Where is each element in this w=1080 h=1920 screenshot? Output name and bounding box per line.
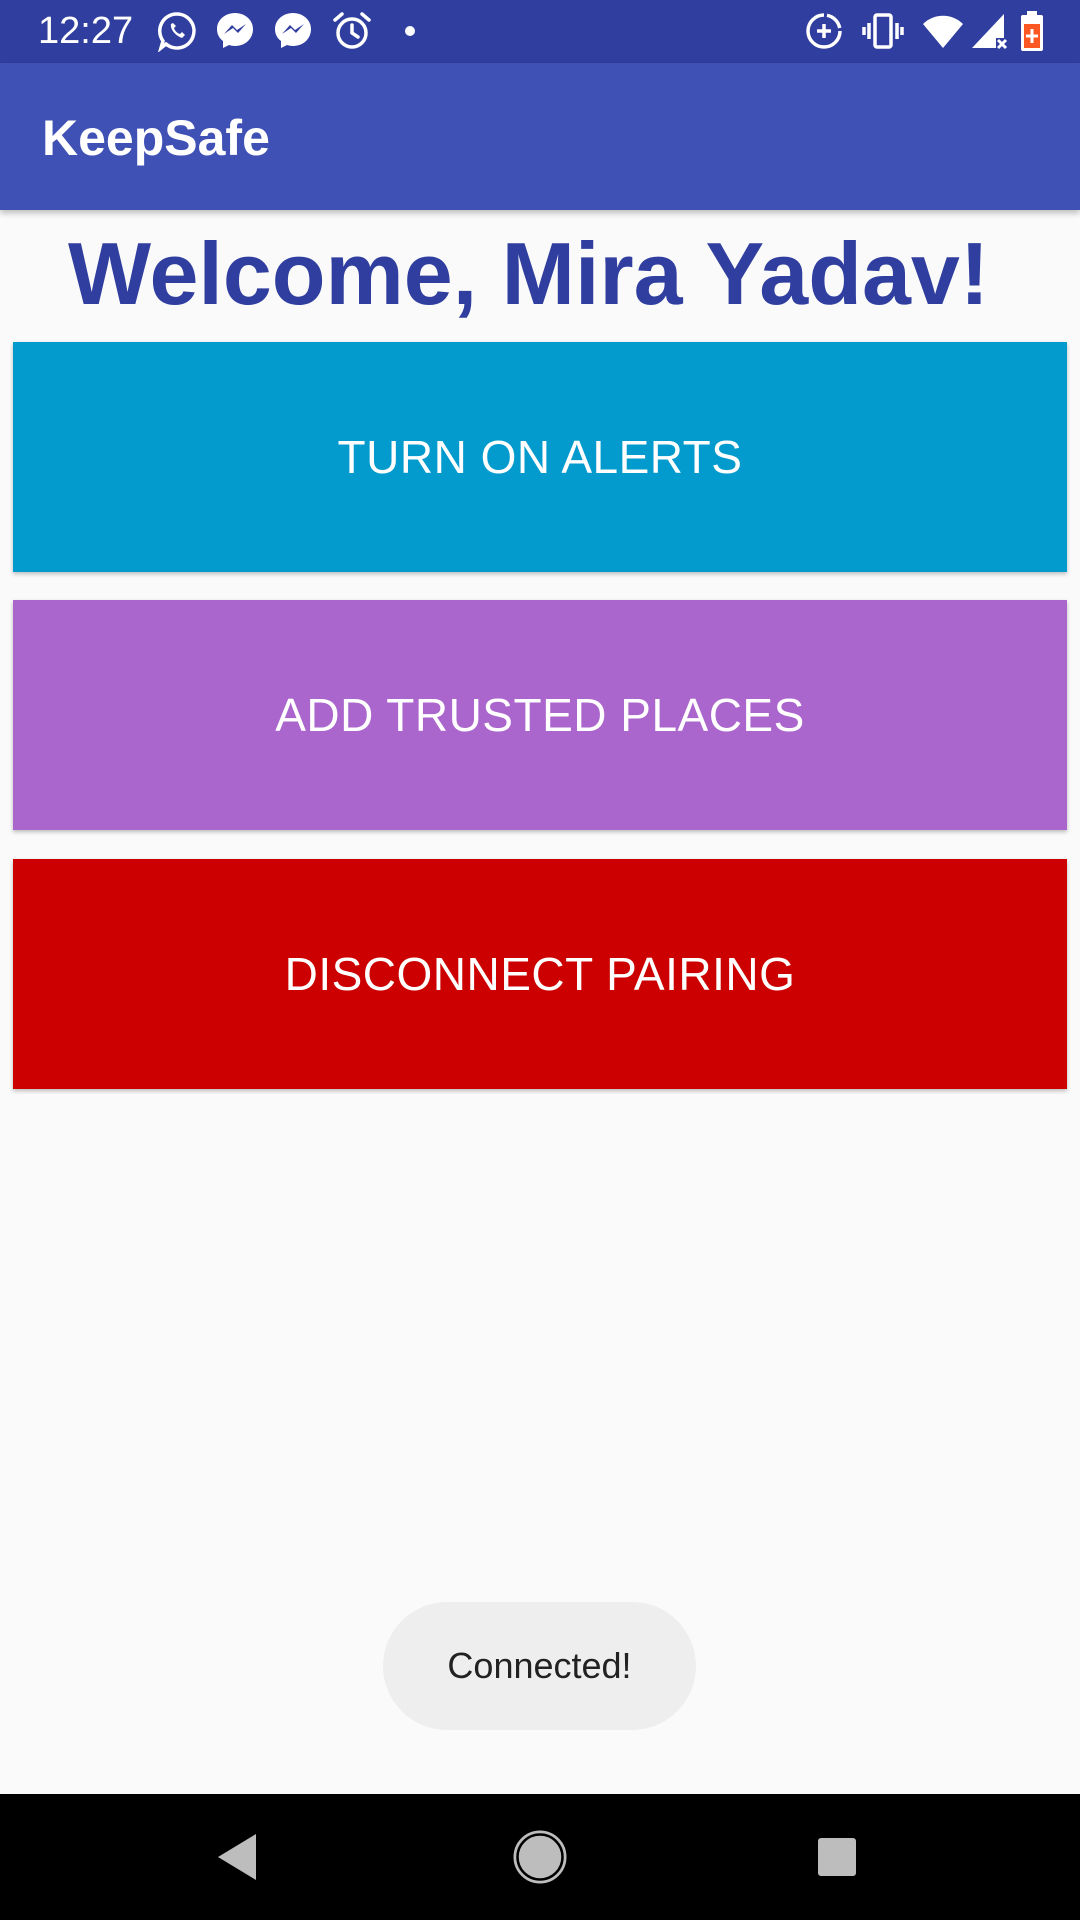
turn-on-alerts-button[interactable]: TURN ON ALERTS	[13, 342, 1067, 572]
vibrate-icon	[862, 13, 904, 49]
back-icon[interactable]	[204, 1822, 274, 1892]
welcome-heading: Welcome, Mira Yadav!	[68, 224, 990, 323]
signal-icon	[972, 14, 1008, 50]
app-bar: KeepSafe	[0, 63, 1080, 210]
notification-dot-icon	[405, 26, 415, 36]
navigation-bar	[0, 1794, 1080, 1920]
turn-on-alerts-label: TURN ON ALERTS	[337, 431, 743, 483]
wifi-icon	[923, 15, 963, 48]
app-title: KeepSafe	[42, 110, 270, 166]
add-trusted-places-label: ADD TRUSTED PLACES	[275, 689, 805, 741]
add-trusted-places-button[interactable]: ADD TRUSTED PLACES	[13, 600, 1067, 830]
battery-icon	[1021, 11, 1043, 51]
toast: Connected!	[383, 1602, 696, 1730]
screen: 12:27 KeepSafe Welcome, Mira Yadav! TURN…	[0, 0, 1080, 1920]
disconnect-pairing-button[interactable]: DISCONNECT PAIRING	[13, 859, 1067, 1089]
alarm-icon	[333, 12, 371, 49]
home-icon[interactable]	[505, 1822, 575, 1892]
messenger-icon	[217, 13, 253, 48]
status-time: 12:27	[38, 10, 134, 52]
status-bar: 12:27	[0, 0, 1080, 63]
messenger-icon	[275, 13, 311, 48]
recents-icon[interactable]	[802, 1822, 872, 1892]
whatsapp-icon	[158, 12, 196, 52]
disconnect-pairing-label: DISCONNECT PAIRING	[284, 948, 796, 1000]
toast-message: Connected!	[447, 1645, 632, 1686]
data-saver-icon	[806, 13, 842, 49]
